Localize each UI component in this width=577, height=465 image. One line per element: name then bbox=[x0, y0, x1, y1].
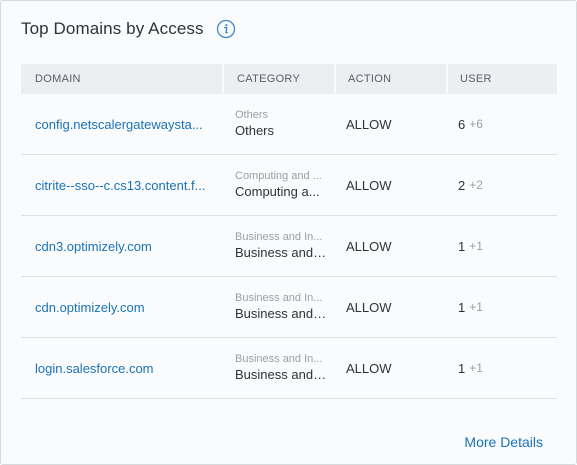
category-label: Computing a... bbox=[235, 184, 320, 199]
action-value: ALLOW bbox=[346, 238, 392, 254]
user-count: 2 bbox=[458, 177, 466, 193]
action-value: ALLOW bbox=[346, 360, 392, 376]
category-label: Others bbox=[235, 123, 275, 138]
category-label: Business and ... bbox=[235, 367, 327, 382]
user-delta: +1 bbox=[469, 300, 483, 314]
user-count: 1 bbox=[458, 360, 466, 376]
card-title: Top Domains by Access bbox=[21, 19, 204, 38]
category-label: Business and ... bbox=[235, 306, 327, 321]
column-header-domain[interactable]: DOMAIN bbox=[21, 64, 222, 94]
table-header: DOMAIN CATEGORY ACTION USER bbox=[21, 64, 557, 94]
domain-link[interactable]: cdn3.optimizely.com bbox=[35, 239, 152, 254]
user-count: 1 bbox=[458, 299, 466, 315]
table-row: citrite--sso--c.cs13.content.f... Comput… bbox=[21, 155, 557, 216]
column-header-action[interactable]: ACTION bbox=[334, 64, 446, 94]
user-delta: +2 bbox=[469, 178, 483, 192]
category-label-small: Business and In... bbox=[235, 353, 323, 365]
table-row: cdn3.optimizely.com Business and In... Bu… bbox=[21, 216, 557, 277]
table-row: config.netscalergatewaysta... Others Othe… bbox=[21, 94, 557, 155]
domain-link[interactable]: config.netscalergatewaysta... bbox=[35, 117, 203, 132]
category-label-small: Others bbox=[235, 109, 269, 121]
action-value: ALLOW bbox=[346, 177, 392, 193]
user-count: 1 bbox=[458, 238, 466, 254]
column-header-user[interactable]: USER bbox=[446, 64, 557, 94]
action-value: ALLOW bbox=[346, 299, 392, 315]
column-header-category[interactable]: CATEGORY bbox=[222, 64, 334, 94]
table-row: cdn.optimizely.com Business and In... Bus… bbox=[21, 277, 557, 338]
card-header: Top Domains by Access bbox=[21, 19, 236, 39]
domain-link[interactable]: citrite--sso--c.cs13.content.f... bbox=[35, 178, 206, 193]
domains-table: DOMAIN CATEGORY ACTION USER config.netsc… bbox=[21, 64, 557, 399]
domain-link[interactable]: cdn.optimizely.com bbox=[35, 300, 145, 315]
info-icon[interactable] bbox=[216, 19, 236, 39]
action-value: ALLOW bbox=[346, 116, 392, 132]
category-label-small: Business and In... bbox=[235, 292, 323, 304]
user-count: 6 bbox=[458, 116, 466, 132]
user-delta: +6 bbox=[469, 117, 483, 131]
table-row: login.salesforce.com Business and In... B… bbox=[21, 338, 557, 399]
category-label-small: Computing and ... bbox=[235, 170, 322, 182]
domain-link[interactable]: login.salesforce.com bbox=[35, 361, 154, 376]
user-delta: +1 bbox=[469, 239, 483, 253]
category-label: Business and ... bbox=[235, 245, 327, 260]
top-domains-card: Top Domains by Access DOMAIN CATEGORY AC… bbox=[0, 0, 577, 465]
category-label-small: Business and In... bbox=[235, 231, 323, 243]
more-details-link[interactable]: More Details bbox=[464, 434, 543, 450]
user-delta: +1 bbox=[469, 361, 483, 375]
